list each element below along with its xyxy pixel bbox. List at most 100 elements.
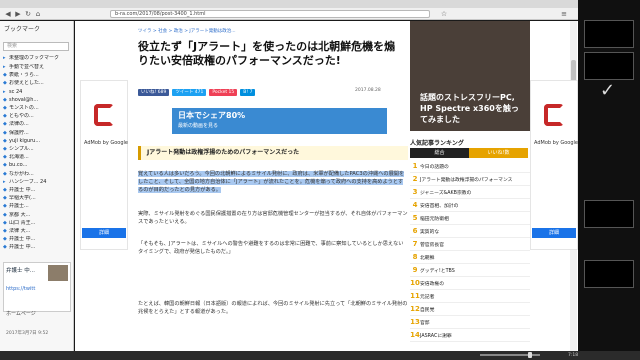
- menu-icon[interactable]: ≡: [560, 10, 568, 18]
- volume-slider-knob[interactable]: [528, 352, 532, 358]
- ranking-number: 11: [410, 292, 420, 300]
- bookmark-item[interactable]: ◆ ともやの...: [3, 113, 71, 121]
- article-paragraph: たとえば、韓国の朝鮮日報（日本語版）の報道によれば、今回のミサイル発射に先立って…: [138, 301, 408, 316]
- share-button[interactable]: Pocket 15: [209, 89, 238, 96]
- ranking-text: Jアラート発動は政権浮揚のパフォーマンス: [420, 178, 513, 183]
- ranking-number: 4: [412, 201, 418, 209]
- ranking-text: 官邸: [420, 321, 430, 326]
- article-title: 役立たず「Jアラート」を使ったのは北朝鮮危機を煽りたい安倍政権のパフォーマンスだ…: [138, 40, 396, 67]
- bookmark-item[interactable]: ◆ シンプル...: [3, 146, 71, 154]
- ranking-item[interactable]: 4 安倍首相、加計の: [410, 199, 530, 212]
- bookmark-item[interactable]: ◆ 北海道...: [3, 154, 71, 162]
- ranking-item[interactable]: 11元記者: [410, 290, 530, 303]
- panel-widget[interactable]: [584, 52, 634, 80]
- bookmark-label: bu.co...: [9, 162, 28, 169]
- ranking-number: 12: [410, 305, 420, 313]
- bookmark-label: 弁護士 中...: [9, 187, 36, 193]
- bookmark-item[interactable]: ◆ モンストの...: [3, 105, 71, 113]
- admob-logo-icon: [544, 104, 564, 126]
- ranking-tab[interactable]: いいね!数: [469, 148, 528, 158]
- bookmark-item[interactable]: ◆ 京都 大...: [3, 212, 71, 220]
- ranking-text: 安倍首相、加計の: [420, 204, 459, 209]
- bookmark-item[interactable]: ▸ sc 24: [3, 89, 71, 97]
- ranking-text: 今日の話題の: [420, 165, 449, 170]
- ranking-item[interactable]: 5 稲田元防衛相: [410, 212, 530, 225]
- share-button[interactable]: B! 7: [240, 89, 256, 96]
- bookmark-label: 表紙・うら...: [9, 72, 39, 79]
- ranking-item[interactable]: 13官邸: [410, 316, 530, 329]
- ranking-item[interactable]: 6 実質的な: [410, 225, 530, 238]
- bookmark-item[interactable]: ◆ bu.co...: [3, 162, 71, 170]
- ranking-item[interactable]: 1 今日の話題の: [410, 160, 530, 173]
- bookmark-item[interactable]: ◆ 表紙・うら...: [3, 72, 71, 80]
- bookmark-item[interactable]: ◆ 法律 大...: [3, 228, 71, 236]
- bookmark-item[interactable]: ◆ 保護貯...: [3, 130, 71, 138]
- ranking-item[interactable]: 9 グッディ!とTBS: [410, 264, 530, 277]
- ranking-text: 菅官房長官: [420, 243, 444, 248]
- bookmark-item[interactable]: ◆ yuji kiguru...: [3, 138, 71, 146]
- post-date: 2017.08.28: [355, 88, 381, 93]
- article-paragraph: 「そもそも、Jアラートは、ミサイルへの警告や避難をするのは非常に困難で、事前に察…: [138, 241, 404, 256]
- ranking-item[interactable]: 10安倍政権の: [410, 277, 530, 290]
- bookmark-item[interactable]: ◆ shoval@h...: [3, 97, 71, 105]
- bookmark-item[interactable]: ▸ ハンシーブ... 24: [3, 179, 71, 187]
- bookmark-item[interactable]: ◆ 法律の...: [3, 121, 71, 129]
- right-ad-detail-button[interactable]: 詳細: [532, 228, 576, 238]
- reload-icon[interactable]: ↻: [24, 10, 32, 18]
- ranking-item[interactable]: 8 北朝鮮: [410, 251, 530, 264]
- bookmark-label: 手動で並べ替え: [9, 64, 45, 70]
- ranking-text: 安倍政権の: [420, 282, 444, 287]
- tab-bar[interactable]: [0, 0, 578, 8]
- bookmark-item[interactable]: ◆ 弁護士...: [3, 203, 71, 211]
- bookmark-item[interactable]: ◆ なかがわ...: [3, 171, 71, 179]
- panel-widget[interactable]: [584, 260, 634, 288]
- share-button[interactable]: いいね! 689: [138, 89, 170, 96]
- ranking-item[interactable]: 7 菅官房長官: [410, 238, 530, 251]
- ranking-tab[interactable]: 総合: [410, 148, 469, 158]
- ranking-item[interactable]: 14JASRACに謝罪: [410, 329, 530, 342]
- ranking-number: 10: [410, 279, 420, 287]
- url-field[interactable]: b-ra.com/2017/08/post-3400_1.html: [110, 10, 430, 18]
- ranking-text: 自民党: [420, 308, 435, 313]
- banner-ad-subtext: 最新の動画を見る: [178, 123, 219, 129]
- bookmark-label: sc 24: [9, 88, 23, 95]
- bookmark-label: 京都 大...: [9, 211, 31, 218]
- bookmark-search-input[interactable]: 検索: [3, 42, 69, 51]
- ranking-item[interactable]: 3 ジャニーズ&AKB宗教の: [410, 186, 530, 199]
- ranking-number: 8: [412, 253, 418, 261]
- bookmark-label: 弁護士 中...: [9, 244, 36, 251]
- bookmark-item[interactable]: ◆ 弁護士 中...: [3, 244, 71, 252]
- ranking-number: 2: [412, 175, 418, 183]
- share-buttons: いいね! 689 ツイート 471 Pocket 15 B! 7: [138, 88, 258, 96]
- bookmark-label: yuji kiguru...: [9, 137, 41, 144]
- back-icon[interactable]: ◀: [4, 10, 12, 18]
- bookmark-item[interactable]: ▸ 手動で並べ替え: [3, 64, 71, 72]
- bookmark-item[interactable]: ◆ 山口 青王...: [3, 220, 71, 228]
- left-ad-detail-button[interactable]: 詳細: [82, 228, 126, 238]
- check-icon: ✓: [600, 80, 616, 101]
- home-icon[interactable]: ⌂: [34, 10, 42, 18]
- bookmark-label: お使えとした...: [9, 80, 44, 87]
- forward-icon[interactable]: ▶: [14, 10, 22, 18]
- preview-link[interactable]: https://twitt: [6, 286, 35, 292]
- panel-widget[interactable]: [584, 200, 634, 228]
- article-paragraph: 覚えている人は多いだろう。今回の北朝鮮によるミサイル発射に、政府は、米軍が配備し…: [138, 171, 405, 194]
- ranking-item[interactable]: 12自民党: [410, 303, 530, 316]
- star-icon[interactable]: ☆: [440, 10, 448, 18]
- breadcrumb[interactable]: ツイラ > 社会 > 政治 > Jアラート発動は政治...: [138, 28, 236, 34]
- ranking-number: 13: [410, 318, 420, 326]
- ranking-number: 14: [410, 331, 420, 339]
- bookmark-item[interactable]: ◆ 弁護士 中...: [3, 236, 71, 244]
- folder-label[interactable]: ▸ 未整理のブックマーク: [3, 55, 71, 63]
- ranking-number: 6: [412, 227, 418, 235]
- sidebar-title: ブックマーク: [4, 26, 41, 33]
- ranking-item[interactable]: 2 Jアラート発動は政権浮揚のパフォーマンス: [410, 173, 530, 186]
- share-button[interactable]: ツイート 471: [172, 89, 207, 96]
- bookmark-item[interactable]: ◆ 弁護士 中...: [3, 187, 71, 195]
- bookmark-item[interactable]: ◆ 早稲大学(...: [3, 195, 71, 203]
- bookmark-label: なかがわ...: [9, 170, 34, 177]
- ranking-text: JASRACに謝罪: [420, 334, 452, 339]
- bookmark-item[interactable]: ◆ お使えとした...: [3, 80, 71, 88]
- bookmark-label: 弁護士...: [9, 203, 29, 210]
- panel-widget[interactable]: [584, 20, 634, 48]
